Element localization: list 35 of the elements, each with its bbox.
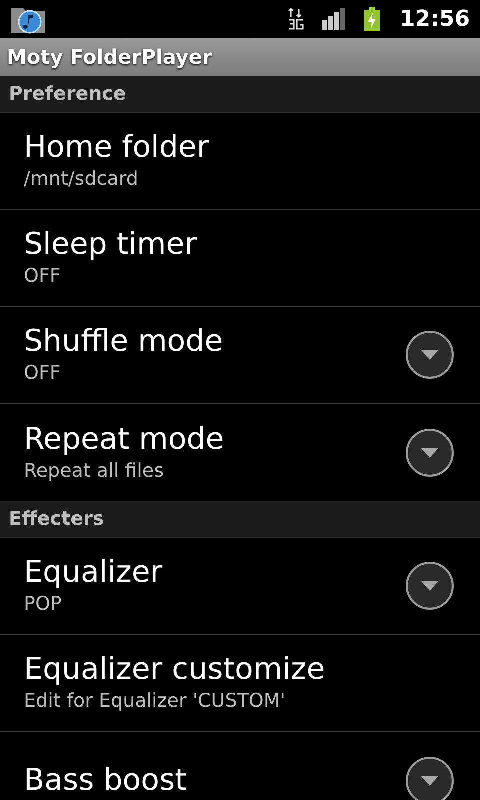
item-summary: POP — [24, 592, 63, 617]
signal-icon — [322, 8, 346, 30]
item-title: Shuffle mode — [24, 324, 224, 360]
item-summary: Edit for Equalizer 'CUSTOM' — [24, 689, 286, 714]
item-title: Repeat mode — [24, 422, 226, 458]
dropdown-button[interactable] — [406, 331, 454, 379]
preference-item[interactable]: Home folder /mnt/sdcard — [0, 113, 480, 210]
item-title: Equalizer customize — [24, 652, 326, 688]
dropdown-button[interactable] — [406, 562, 454, 610]
section-title: Preference — [9, 82, 126, 107]
preference-item[interactable]: Shuffle mode OFF — [0, 307, 480, 404]
preference-item[interactable]: Equalizer customize Edit for Equalizer 'CUSTOM' — [0, 635, 480, 732]
preference-item[interactable]: Repeat mode Repeat all files — [0, 404, 480, 501]
app-title: Moty FolderPlayer — [7, 44, 212, 71]
item-summary: /mnt/sdcard — [24, 167, 140, 192]
caret-icon — [421, 776, 439, 786]
caret-icon — [421, 350, 439, 360]
item-title: Bass boost — [24, 762, 188, 798]
item-summary: Repeat all files — [24, 458, 165, 484]
caret-icon — [421, 448, 439, 458]
item-summary: OFF — [24, 361, 62, 386]
preference-item[interactable]: Sleep timer OFF — [0, 210, 480, 307]
item-title: Home folder — [24, 130, 210, 166]
section-title: Effecters — [9, 506, 104, 532]
preference-item[interactable]: Equalizer POP — [0, 538, 480, 635]
dropdown-button[interactable] — [406, 756, 454, 800]
dropdown-button[interactable] — [406, 428, 454, 476]
battery-charging-icon — [364, 7, 380, 31]
caret-icon — [421, 581, 439, 591]
item-summary: OFF — [24, 264, 62, 289]
data-3g-icon — [288, 8, 304, 30]
item-title: Equalizer — [24, 555, 164, 591]
clock: 12:56 — [400, 6, 470, 34]
preference-item[interactable]: Bass boost — [0, 732, 480, 800]
item-title: Sleep timer — [24, 227, 198, 263]
